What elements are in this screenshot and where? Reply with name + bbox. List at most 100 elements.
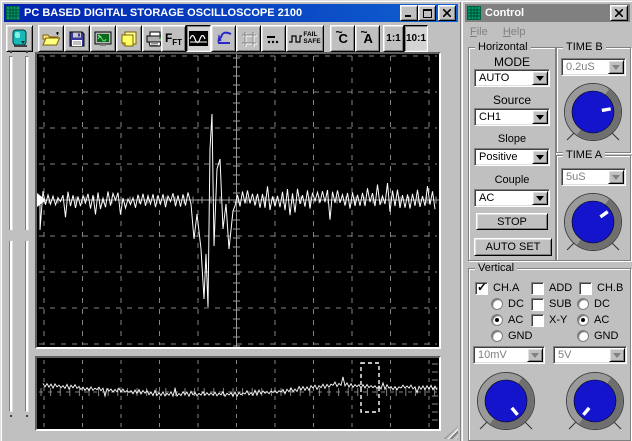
oscilloscope-window: PC BASED DIGITAL STORAGE OSCILLOSCOPE 21… bbox=[0, 0, 462, 441]
ch-a-ac-radio[interactable] bbox=[491, 314, 503, 326]
notes-icon bbox=[121, 31, 136, 46]
slider-tick bbox=[26, 51, 28, 53]
source-dropdown[interactable]: CH1 bbox=[474, 108, 550, 126]
ch-a-checkbox[interactable] bbox=[475, 280, 488, 295]
ch-b-range-arrow[interactable] bbox=[609, 348, 625, 362]
sub-checkbox[interactable] bbox=[531, 298, 544, 311]
minimize-button[interactable] bbox=[400, 5, 418, 21]
ch-b-ac-label: AC bbox=[594, 314, 610, 326]
main-title-bar[interactable]: PC BASED DIGITAL STORAGE OSCILLOSCOPE 21… bbox=[4, 4, 458, 22]
undo-button[interactable] bbox=[211, 25, 236, 52]
minimize-icon bbox=[405, 15, 411, 17]
mode-dropdown-arrow[interactable] bbox=[532, 71, 548, 85]
ch-a-range-arrow[interactable] bbox=[527, 348, 543, 362]
ch-a-ac-label: AC bbox=[508, 314, 524, 326]
desktop: PC BASED DIGITAL STORAGE OSCILLOSCOPE 21… bbox=[0, 0, 632, 441]
exit-button[interactable] bbox=[6, 25, 33, 52]
time-a-dropdown[interactable]: 5uS bbox=[561, 168, 626, 186]
fail-safe-button[interactable]: FAIL SAFE bbox=[286, 25, 324, 52]
ch-b-dc-label: DC bbox=[594, 298, 610, 310]
vertical-legend: Vertical bbox=[475, 262, 518, 274]
exit-door-icon bbox=[12, 29, 27, 47]
ratio-10-1-button[interactable]: 10:1 bbox=[404, 25, 428, 52]
time-b-group: TIME B 0.2uS bbox=[556, 41, 631, 153]
ch-a-range-dropdown[interactable]: 10mV bbox=[473, 346, 545, 364]
sub-label: SUB bbox=[549, 298, 572, 310]
slider-tick bbox=[26, 415, 28, 417]
grid-icon bbox=[241, 31, 257, 47]
control-window: Control File Help Horizontal MODE AUTO S… bbox=[461, 0, 632, 441]
waveform-display-button[interactable] bbox=[186, 25, 211, 52]
time-a-dropdown-arrow[interactable] bbox=[608, 170, 624, 184]
ch-b-gnd-label: GND bbox=[594, 330, 619, 342]
slider-a-thumb[interactable] bbox=[5, 230, 17, 241]
source-dropdown-arrow[interactable] bbox=[532, 110, 548, 124]
time-b-dropdown-arrow[interactable] bbox=[608, 60, 624, 74]
cal-c-button[interactable]: ~ C bbox=[330, 25, 355, 52]
resize-grip[interactable] bbox=[444, 426, 458, 439]
auto-set-button[interactable]: AUTO SET bbox=[474, 238, 552, 256]
slider-b-thumb[interactable] bbox=[21, 230, 33, 241]
ratio-1-1-button[interactable]: 1:1 bbox=[383, 25, 404, 52]
time-b-knob[interactable] bbox=[560, 80, 626, 146]
app-icon bbox=[6, 6, 20, 20]
slope-dropdown-arrow[interactable] bbox=[532, 150, 548, 164]
time-a-knob[interactable] bbox=[560, 190, 626, 256]
add-checkbox[interactable] bbox=[531, 282, 544, 295]
maximize-button[interactable] bbox=[418, 5, 436, 21]
dotted-line-button[interactable] bbox=[261, 25, 286, 52]
close-icon bbox=[443, 9, 451, 17]
slope-dropdown[interactable]: Positive bbox=[474, 148, 550, 166]
control-window-title: Control bbox=[485, 7, 525, 19]
stop-button[interactable]: STOP bbox=[476, 213, 548, 230]
control-title-bar[interactable]: Control bbox=[465, 4, 630, 22]
ch-a-gain-knob[interactable] bbox=[473, 369, 539, 435]
time-b-dropdown[interactable]: 0.2uS bbox=[561, 58, 626, 76]
ch-b-ac-radio[interactable] bbox=[577, 314, 589, 326]
control-close-icon bbox=[615, 9, 623, 17]
vertical-group: Vertical CH.A ADD CH.B DC SUB DC AC X-Y … bbox=[468, 262, 631, 441]
open-button[interactable] bbox=[38, 25, 64, 52]
source-label: Source bbox=[492, 93, 532, 107]
grid-toggle-button[interactable] bbox=[236, 25, 261, 52]
menu-help[interactable]: Help bbox=[503, 26, 526, 38]
control-close-button[interactable] bbox=[610, 5, 628, 21]
dash-dot-line-icon bbox=[266, 35, 278, 43]
close-button[interactable] bbox=[438, 5, 456, 21]
couple-label: Couple bbox=[494, 174, 530, 186]
menu-file[interactable]: File bbox=[470, 26, 488, 38]
ch-a-gnd-label: GND bbox=[508, 330, 533, 342]
main-scope-display[interactable] bbox=[35, 52, 441, 349]
ch-b-label: CH.B bbox=[597, 282, 624, 294]
fail-safe-label: FAIL SAFE bbox=[303, 31, 321, 45]
ch-a-gnd-radio[interactable] bbox=[491, 330, 503, 342]
monitor-icon bbox=[94, 31, 112, 46]
cal-c-icon: ~ C bbox=[335, 24, 348, 46]
mode-dropdown[interactable]: AUTO bbox=[474, 69, 550, 87]
fft-button[interactable]: FFT bbox=[161, 25, 186, 52]
mode-label: MODE bbox=[494, 55, 530, 69]
couple-dropdown-arrow[interactable] bbox=[532, 191, 548, 205]
ch-b-gain-knob[interactable] bbox=[562, 369, 628, 435]
save-button[interactable] bbox=[64, 25, 90, 52]
overview-scope-display[interactable] bbox=[35, 356, 441, 431]
xy-label: X-Y bbox=[549, 314, 568, 326]
xy-checkbox[interactable] bbox=[531, 314, 544, 327]
cal-a-button[interactable]: ~ A bbox=[355, 25, 380, 52]
control-menubar: File Help bbox=[470, 26, 537, 38]
display-capture-button[interactable] bbox=[90, 25, 116, 52]
ch-b-checkbox[interactable] bbox=[579, 282, 592, 295]
position-slider-b[interactable] bbox=[21, 56, 33, 412]
couple-dropdown[interactable]: AC bbox=[474, 189, 550, 207]
ch-b-range-dropdown[interactable]: 5V bbox=[553, 346, 627, 364]
mode-value: AUTO bbox=[479, 72, 510, 84]
ch-b-gnd-radio[interactable] bbox=[577, 330, 589, 342]
ch-a-range-value: 10mV bbox=[478, 349, 507, 361]
ch-a-dc-radio[interactable] bbox=[491, 298, 503, 310]
time-a-value: 5uS bbox=[566, 171, 586, 183]
cal-a-icon: ~ A bbox=[360, 24, 373, 46]
notes-button[interactable] bbox=[116, 25, 142, 52]
position-slider-a[interactable] bbox=[5, 56, 17, 412]
couple-value: AC bbox=[479, 192, 495, 204]
ch-b-dc-radio[interactable] bbox=[577, 298, 589, 310]
